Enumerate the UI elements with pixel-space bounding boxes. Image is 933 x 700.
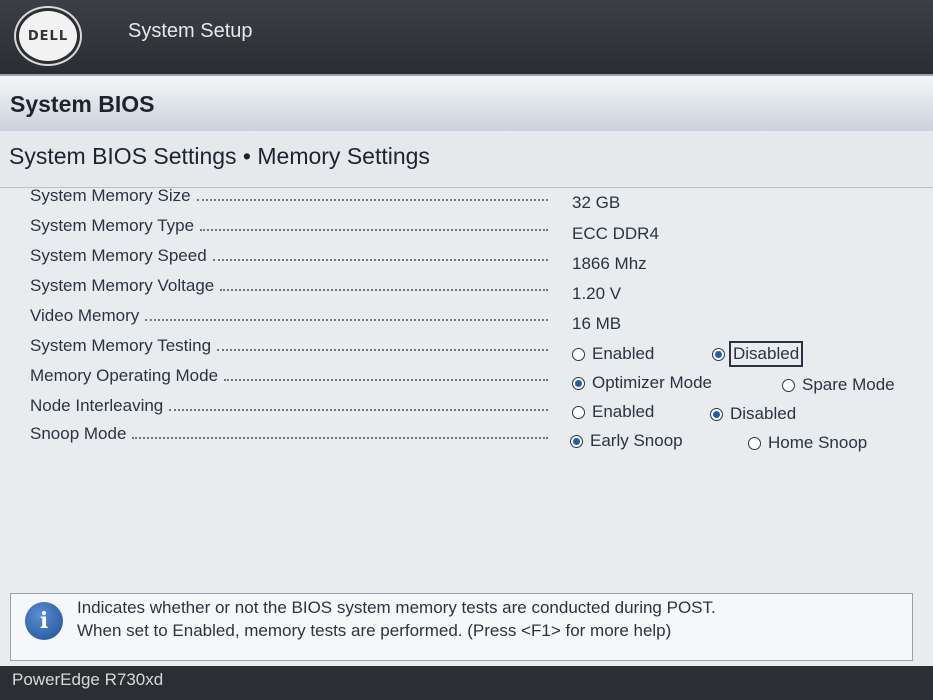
row-video-memory: Video Memory 16 MB — [30, 306, 930, 334]
logo-text: DELL — [27, 28, 69, 44]
option-label: Spare Mode — [802, 375, 895, 394]
section-title: System BIOS — [10, 91, 155, 117]
row-label: System Memory Type — [30, 216, 195, 235]
help-text: Indicates whether or not the BIOS system… — [77, 596, 716, 642]
row-system-memory-size: System Memory Size 32 GB — [30, 186, 930, 214]
row-label: Node Interleaving — [30, 396, 164, 415]
radio-memory-testing-enabled[interactable]: Enabled — [572, 344, 654, 364]
row-label: System Memory Voltage — [30, 276, 215, 295]
row-system-memory-speed: System Memory Speed 1866 Mhz — [30, 246, 930, 274]
row-label: Video Memory — [30, 306, 140, 325]
app-title: System Setup — [128, 20, 253, 42]
radio-home-snoop[interactable]: Home Snoop — [748, 433, 867, 453]
radio-spare-mode[interactable]: Spare Mode — [782, 375, 895, 395]
top-bar: DELL System Setup — [0, 0, 933, 74]
row-system-memory-type: System Memory Type ECC DDR4 — [30, 216, 930, 244]
row-label: System Memory Size — [30, 186, 191, 205]
row-value: ECC DDR4 — [572, 224, 659, 243]
section-header: System BIOS — [0, 74, 933, 133]
help-line-2: When set to Enabled, memory tests are pe… — [77, 621, 672, 640]
row-label: System Memory Speed — [30, 246, 207, 265]
radio-selected-icon — [710, 407, 723, 421]
option-label: Optimizer Mode — [592, 373, 712, 392]
radio-selected-icon — [570, 434, 583, 448]
row-label: Memory Operating Mode — [30, 366, 219, 385]
option-label: Enabled — [592, 344, 655, 363]
page-title: System BIOS Settings • Memory Settings — [9, 143, 430, 169]
row-system-memory-voltage: System Memory Voltage 1.20 V — [30, 276, 930, 304]
row-value: 1866 Mhz — [572, 254, 647, 273]
row-memory-operating-mode: Memory Operating Mode Optimizer Mode Spa… — [30, 366, 930, 394]
dell-logo: DELL — [16, 8, 80, 64]
help-panel: i Indicates whether or not the BIOS syst… — [10, 593, 913, 661]
radio-optimizer-mode[interactable]: Optimizer Mode — [572, 373, 712, 393]
info-icon: i — [25, 602, 63, 640]
radio-node-interleaving-enabled[interactable]: Enabled — [572, 402, 654, 422]
radio-unselected-icon — [782, 378, 795, 392]
option-label: Disabled — [730, 404, 797, 423]
radio-selected-icon — [572, 376, 585, 390]
radio-memory-testing-disabled[interactable]: Disabled — [712, 341, 804, 367]
system-model: PowerEdge R730xd — [12, 670, 164, 689]
row-node-interleaving: Node Interleaving Enabled Disabled — [30, 396, 930, 424]
option-label: Early Snoop — [590, 431, 683, 450]
help-line-1: Indicates whether or not the BIOS system… — [77, 598, 716, 617]
option-label: Disabled — [728, 341, 804, 367]
radio-node-interleaving-disabled[interactable]: Disabled — [710, 404, 796, 424]
row-snoop-mode: Snoop Mode Early Snoop Home Snoop — [30, 424, 930, 452]
footer-bar: PowerEdge R730xd — [0, 666, 933, 700]
radio-unselected-icon — [572, 405, 585, 419]
row-label: System Memory Testing — [30, 336, 212, 355]
row-label: Snoop Mode — [30, 424, 127, 443]
radio-unselected-icon — [572, 347, 585, 361]
radio-selected-icon — [712, 347, 725, 361]
row-system-memory-testing: System Memory Testing Enabled Disabled — [30, 336, 930, 367]
row-value: 32 GB — [572, 193, 621, 212]
radio-early-snoop[interactable]: Early Snoop — [570, 431, 683, 451]
row-value: 1.20 V — [572, 284, 622, 303]
page-header: System BIOS Settings • Memory Settings — [0, 131, 933, 188]
option-label: Enabled — [592, 402, 655, 421]
option-label: Home Snoop — [768, 433, 868, 452]
row-value: 16 MB — [572, 314, 622, 333]
radio-unselected-icon — [748, 436, 761, 450]
